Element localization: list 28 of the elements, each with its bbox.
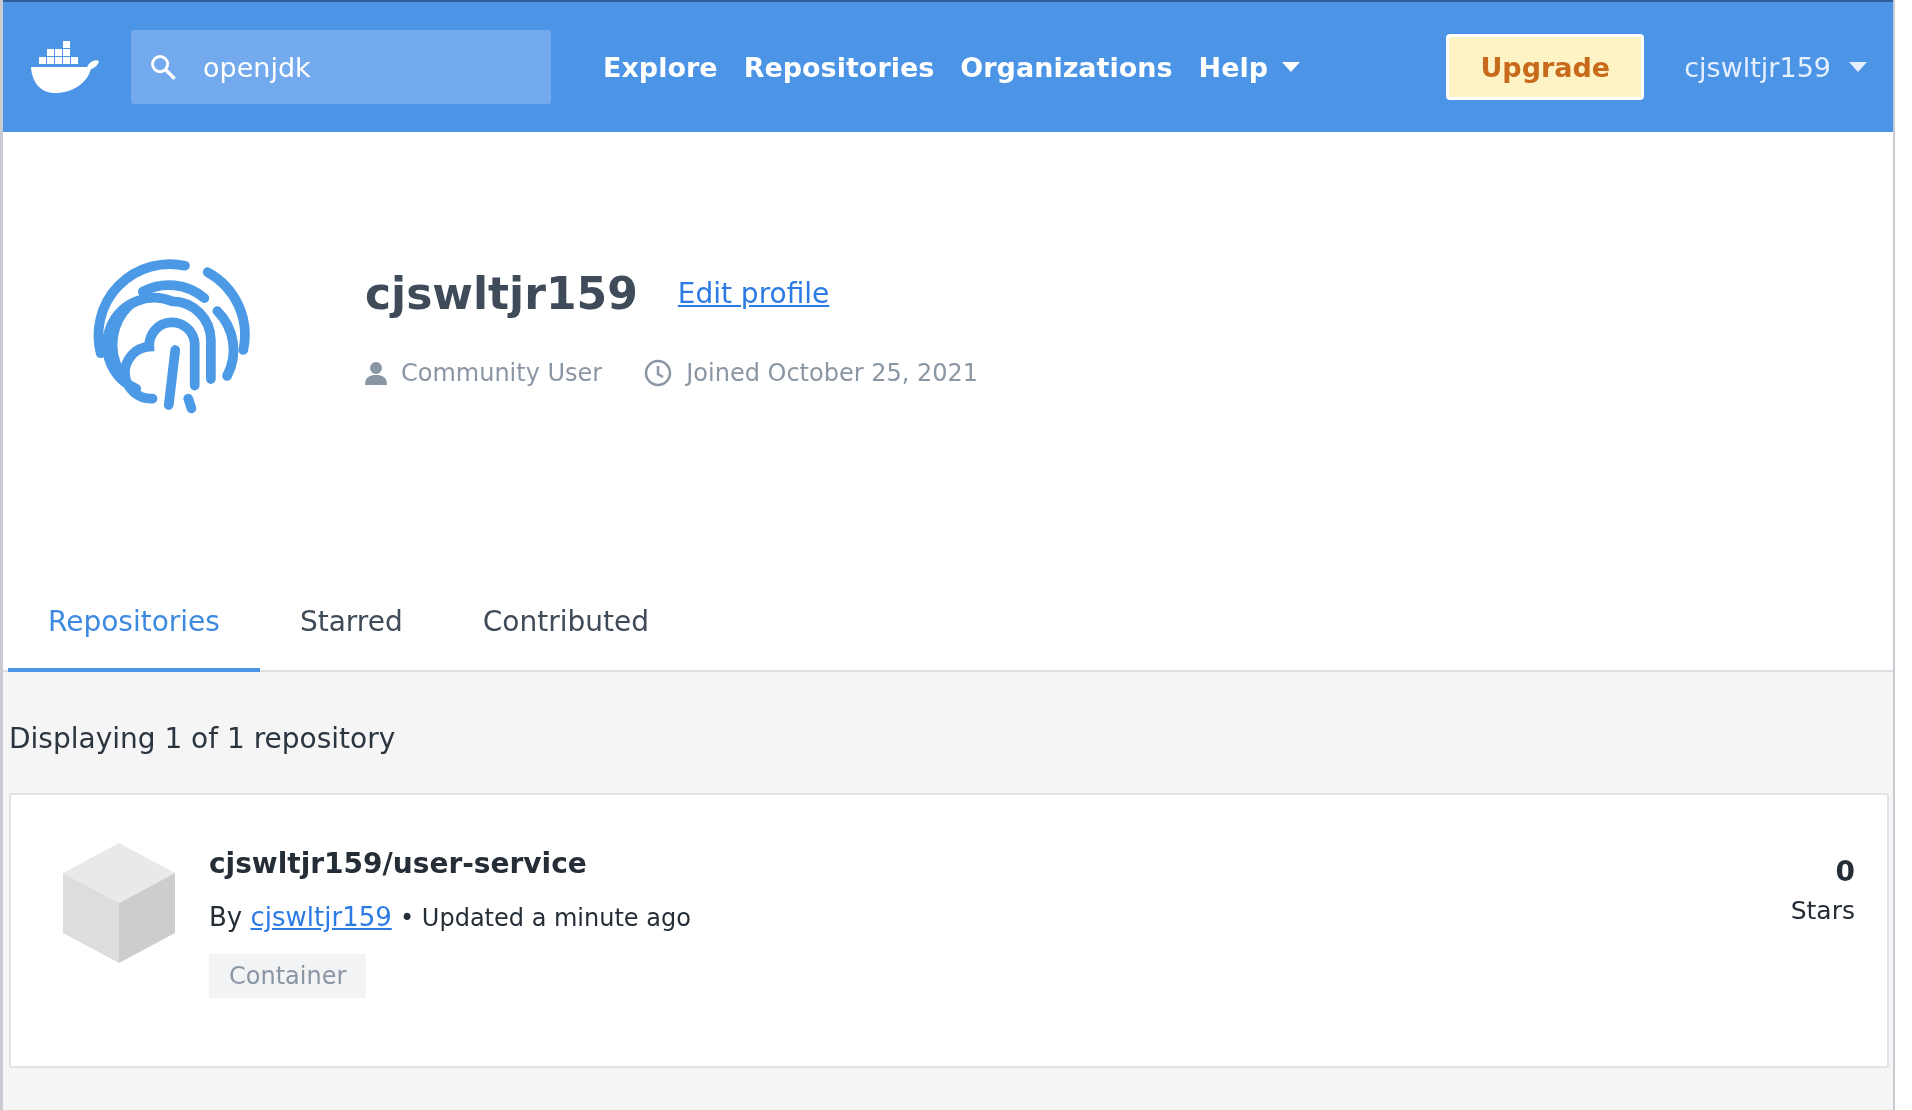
user-menu[interactable]: cjswltjr159 (1684, 51, 1867, 83)
nav-link[interactable]: Explore (603, 51, 718, 83)
upgrade-button[interactable]: Upgrade (1446, 34, 1645, 100)
result-count: Displaying 1 of 1 repository (9, 722, 397, 755)
nav-dropdown[interactable]: Help (1198, 51, 1301, 83)
joined-date: Joined October 25, 2021 (686, 359, 979, 387)
caret-icon (1849, 62, 1867, 72)
nav-link[interactable]: Organizations (960, 51, 1173, 83)
caret-icon (1282, 62, 1301, 72)
username-heading: cjswltjr159 (365, 268, 638, 319)
nav-link[interactable]: Repositories (743, 51, 935, 83)
account-type: Community User (401, 359, 603, 387)
cube-icon (63, 843, 175, 963)
repository-byline: By cjswltjr159 • Updated a minute ago (209, 902, 692, 932)
search-field[interactable]: openjdk (131, 30, 551, 104)
search-icon (149, 53, 177, 81)
owner-link[interactable]: cjswltjr159 (250, 902, 392, 932)
repository-card[interactable]: cjswltjr159/user-service By cjswltjr159 • Updated a minute ago Container 0 Stars (9, 793, 1889, 1068)
stars-label: Stars (1790, 896, 1855, 925)
edit-profile-link[interactable]: Edit profile (677, 277, 830, 310)
profile-tab[interactable]: Contributed (442, 579, 689, 672)
repository-tag: Container (209, 954, 367, 998)
repository-name[interactable]: cjswltjr159/user-service (209, 843, 1757, 880)
clock-icon (644, 359, 673, 387)
profile-tab[interactable]: Starred (259, 579, 443, 672)
star-count: 0 (1835, 855, 1855, 888)
person-icon (365, 361, 387, 385)
profile-tab[interactable]: Repositories (8, 579, 260, 672)
